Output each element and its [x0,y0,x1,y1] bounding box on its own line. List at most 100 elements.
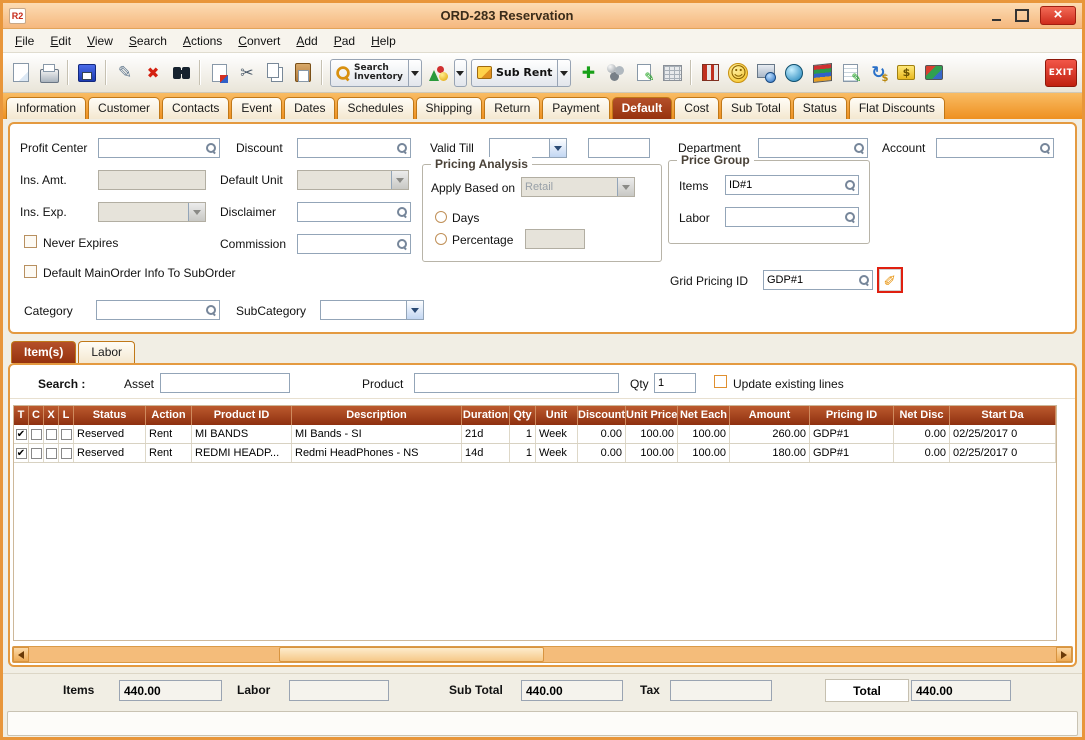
table-row[interactable]: ✔ReservedRentMI BANDSMI Bands - SI21d1We… [14,425,1056,444]
column-header-c[interactable]: C [29,406,44,425]
add-icon[interactable] [575,60,601,86]
menu-actions[interactable]: Actions [175,31,230,51]
row-checkbox-l[interactable] [59,444,74,462]
column-header-action[interactable]: Action [146,406,192,425]
column-header-l[interactable]: L [59,406,74,425]
tab-information[interactable]: Information [6,97,86,119]
menu-edit[interactable]: Edit [42,31,79,51]
shapes-icon[interactable] [426,60,452,86]
account-search-icon[interactable] [1037,139,1053,157]
grid-pricing-input[interactable] [764,271,856,289]
column-header-x[interactable]: X [44,406,59,425]
report-icon[interactable] [697,60,723,86]
discount-input[interactable] [298,139,394,157]
items-tab-labor[interactable]: Labor [78,341,135,363]
save-icon[interactable] [74,60,100,86]
valid-till-date-input[interactable] [589,139,649,157]
column-header-pricing-id[interactable]: Pricing ID [810,406,894,425]
days-radio[interactable] [435,211,447,223]
never-expires-checkbox[interactable] [24,235,37,248]
product-input[interactable] [414,373,619,393]
percentage-radio[interactable] [435,233,447,245]
menu-convert[interactable]: Convert [230,31,288,51]
row-checkbox-t[interactable]: ✔ [14,425,29,443]
schedule-icon[interactable] [753,60,779,86]
menu-search[interactable]: Search [121,31,175,51]
column-header-description[interactable]: Description [292,406,462,425]
tab-sub-total[interactable]: Sub Total [721,97,791,119]
table-row[interactable]: ✔ReservedRentREDMI HEADP...Redmi HeadPho… [14,444,1056,463]
menu-add[interactable]: Add [288,31,325,51]
column-header-net-each[interactable]: Net Each [678,406,730,425]
menu-view[interactable]: View [79,31,121,51]
profit-center-input[interactable] [99,139,203,157]
tab-default[interactable]: Default [612,97,673,119]
price-group-items-search-icon[interactable] [842,176,858,194]
exit-button[interactable]: EXIT [1045,59,1077,87]
scroll-right-arrow-icon[interactable] [1056,647,1072,662]
grid-pricing-search-icon[interactable] [856,271,872,289]
menu-pad[interactable]: Pad [326,31,363,51]
discount-search-icon[interactable] [394,139,410,157]
row-checkbox-x[interactable] [44,425,59,443]
department-input[interactable] [759,139,851,157]
valid-till-dropdown-icon[interactable] [549,139,566,157]
tab-event[interactable]: Event [231,97,282,119]
copy-icon[interactable] [262,60,288,86]
search-inventory-button[interactable]: Search Inventory [330,59,409,87]
column-header-status[interactable]: Status [74,406,146,425]
price-group-labor-search-icon[interactable] [842,208,858,226]
scroll-left-arrow-icon[interactable] [13,647,29,662]
column-header-unit-price[interactable]: Unit Price [626,406,678,425]
close-button[interactable] [1040,6,1076,25]
spheres-icon[interactable] [603,60,629,86]
price-group-items-input[interactable] [726,176,842,194]
price-group-labor-input[interactable] [726,208,842,226]
preview-icon[interactable] [206,60,232,86]
search-inventory-dropdown-icon[interactable] [409,59,422,87]
update-existing-lines-checkbox[interactable] [714,375,727,388]
subcategory-dropdown-icon[interactable] [406,301,423,319]
tab-cost[interactable]: Cost [674,97,719,119]
tab-schedules[interactable]: Schedules [337,97,413,119]
row-checkbox-c[interactable] [29,444,44,462]
column-header-qty[interactable]: Qty [510,406,536,425]
column-header-amount[interactable]: Amount [730,406,810,425]
globe-icon[interactable] [781,60,807,86]
valid-till-combo[interactable] [489,138,567,158]
row-checkbox-c[interactable] [29,425,44,443]
items-tab-item-s[interactable]: Item(s) [11,341,76,363]
smiley-icon[interactable] [725,60,751,86]
asset-input[interactable] [160,373,290,393]
commission-input[interactable] [298,235,394,253]
commission-search-icon[interactable] [394,235,410,253]
tab-shipping[interactable]: Shipping [416,97,483,119]
grid-pricing-edit-icon[interactable]: ✎ [879,269,901,291]
print-icon[interactable] [36,60,62,86]
tab-contacts[interactable]: Contacts [162,97,229,119]
column-header-product-id[interactable]: Product ID [192,406,292,425]
form-edit-icon[interactable] [837,60,863,86]
profit-center-search-icon[interactable] [203,139,219,157]
sub-rent-button[interactable]: Sub Rent [471,59,558,87]
row-checkbox-l[interactable] [59,425,74,443]
column-header-discount[interactable]: Discount [578,406,626,425]
row-checkbox-x[interactable] [44,444,59,462]
row-checkbox-t[interactable]: ✔ [14,444,29,462]
subcategory-combo[interactable] [320,300,424,320]
grid-icon[interactable] [659,60,685,86]
delete-icon[interactable] [140,60,166,86]
binoculars-icon[interactable] [168,60,194,86]
sub-rent-dropdown-icon[interactable] [558,59,571,87]
shapes-dropdown-icon[interactable] [454,59,467,87]
disclaimer-input[interactable] [298,203,394,221]
cart-icon[interactable] [921,60,947,86]
default-mainorder-checkbox[interactable] [24,265,37,278]
note-edit-icon[interactable] [631,60,657,86]
column-header-duration[interactable]: Duration [462,406,510,425]
tab-payment[interactable]: Payment [542,97,609,119]
tab-dates[interactable]: Dates [284,97,335,119]
horizontal-scrollbar[interactable] [12,646,1073,663]
tab-customer[interactable]: Customer [88,97,160,119]
column-header-t[interactable]: T [14,406,29,425]
